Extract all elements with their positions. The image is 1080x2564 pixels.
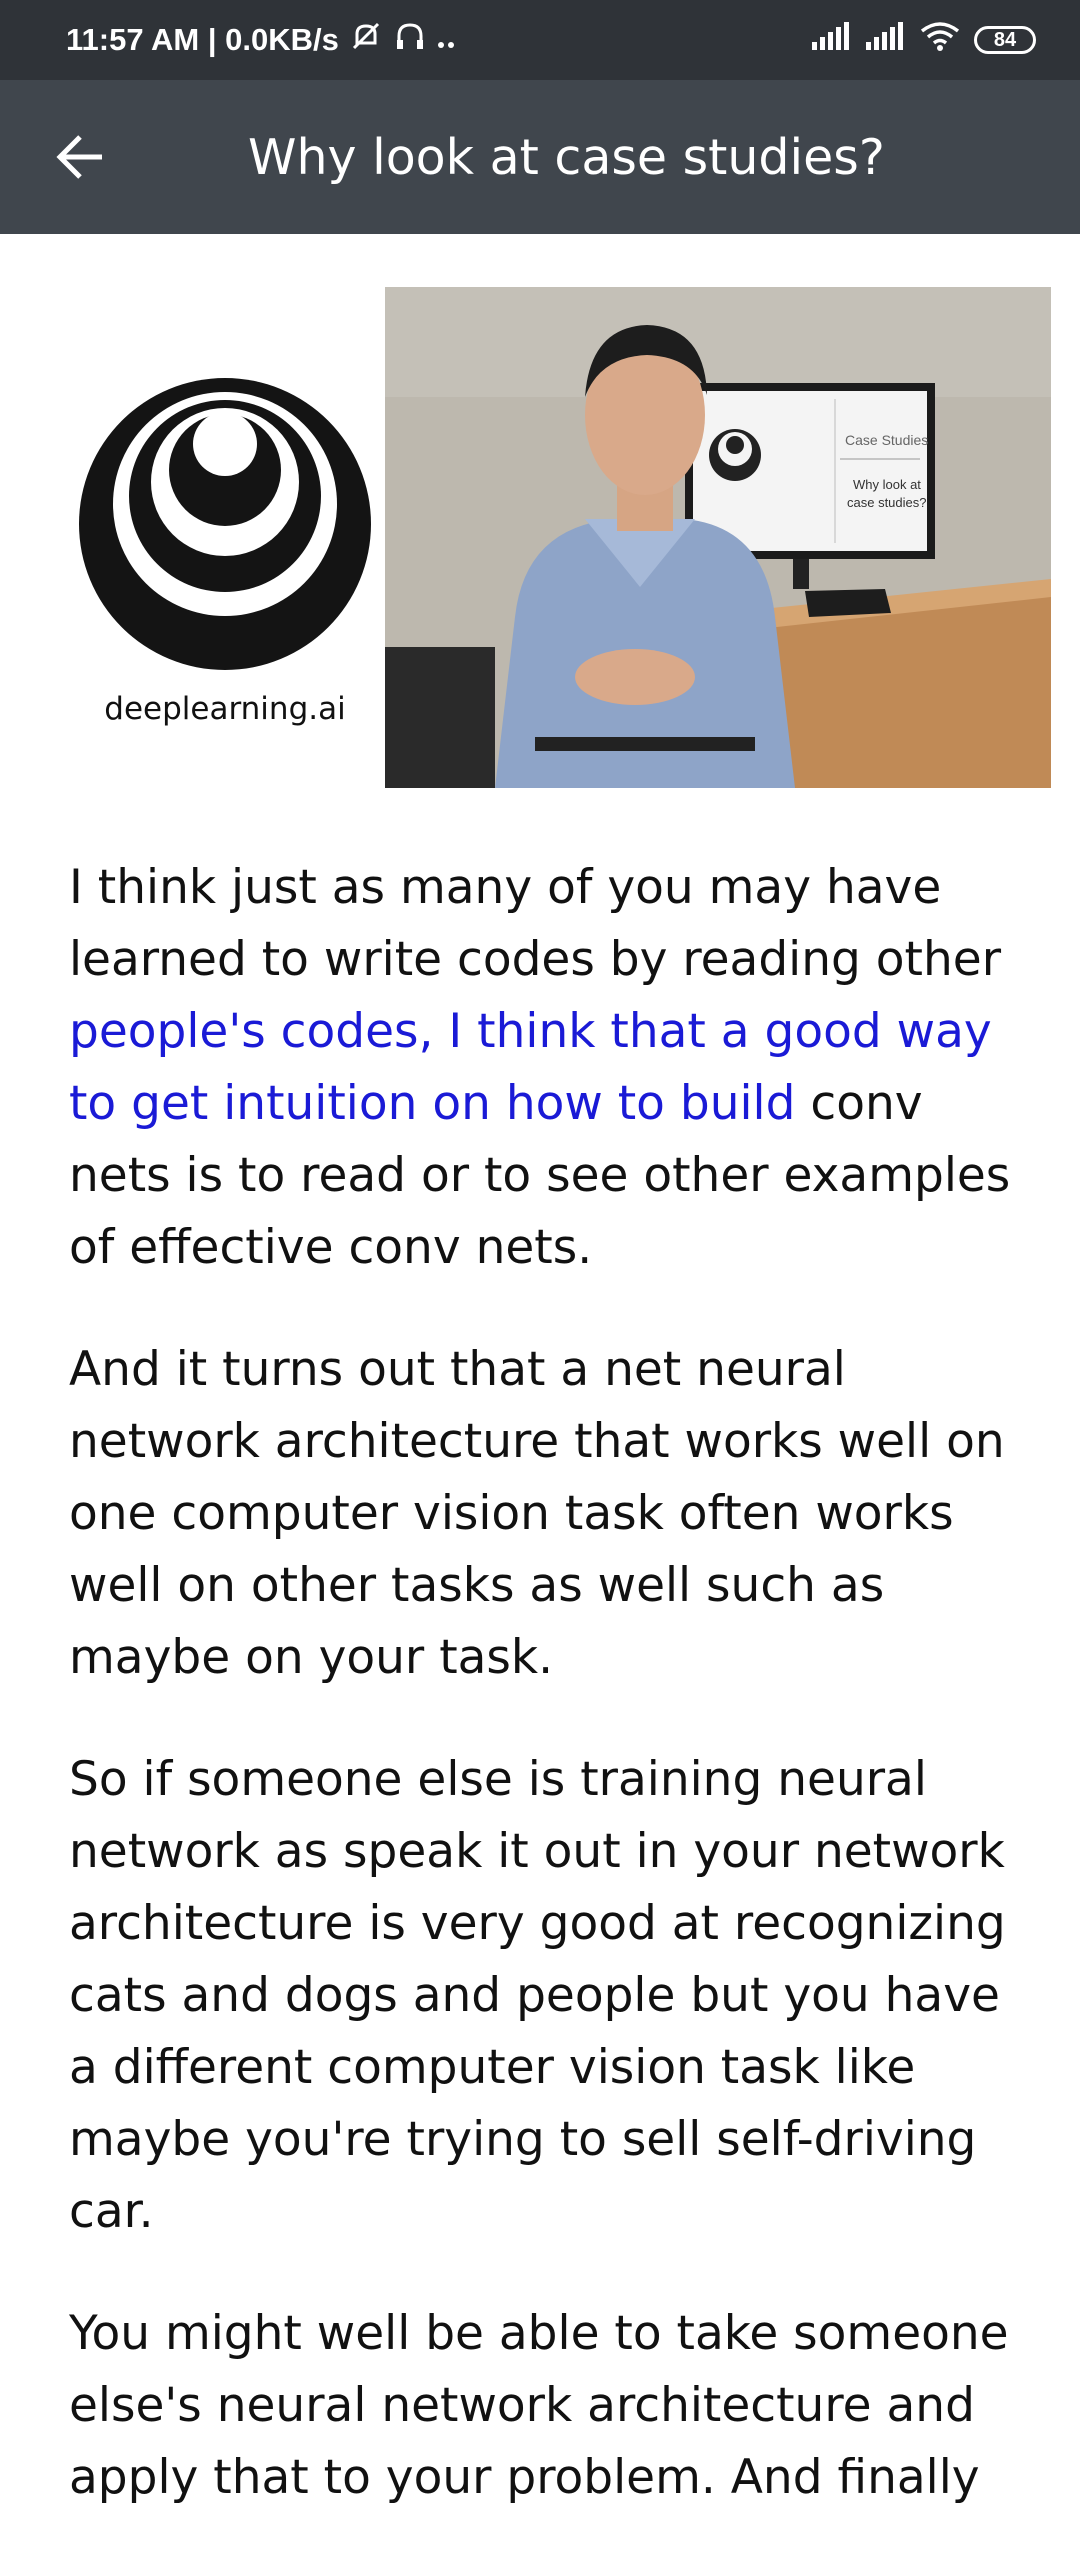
transcript-paragraph-4: You might well be able to take someone e… bbox=[69, 2306, 1009, 2505]
app-bar: Why look at case studies? bbox=[0, 80, 1080, 234]
transcript-paragraph-3: So if someone else is training neural ne… bbox=[69, 1752, 1006, 2239]
video-player[interactable]: deeplearning.ai Case Studies Why look at… bbox=[0, 234, 1080, 806]
screen-title: Case Studies bbox=[845, 432, 928, 448]
arrow-left-icon bbox=[56, 135, 102, 179]
status-time-speed: 11:57 AM | 0.0KB/s bbox=[66, 22, 339, 57]
page-title: Why look at case studies? bbox=[248, 128, 885, 186]
status-left: 11:57 AM | 0.0KB/s bbox=[66, 19, 812, 61]
logo-caption: deeplearning.ai bbox=[104, 691, 346, 727]
screen-subtitle-line1: Why look at bbox=[853, 477, 921, 492]
mute-icon bbox=[349, 19, 383, 61]
transcript-paragraph-1: I think just as many of you may have lea… bbox=[69, 852, 1029, 1284]
deeplearning-logo: deeplearning.ai bbox=[70, 374, 380, 727]
status-bar: 11:57 AM | 0.0KB/s 84 bbox=[0, 0, 1080, 80]
lecture-scene: Case Studies Why look at case studies? bbox=[385, 287, 1051, 788]
transcript: I think just as many of you may have lea… bbox=[69, 852, 1029, 2564]
more-notifications-icon bbox=[437, 22, 457, 58]
deeplearning-logo-icon bbox=[79, 378, 371, 670]
back-button[interactable] bbox=[40, 117, 120, 197]
battery-indicator: 84 bbox=[974, 26, 1036, 54]
signal-icon bbox=[812, 22, 852, 58]
status-right: 84 bbox=[812, 21, 1036, 59]
wifi-icon bbox=[920, 21, 960, 59]
transcript-paragraph-2: And it turns out that a net neural netwo… bbox=[69, 1342, 1005, 1685]
video-frame: Case Studies Why look at case studies? bbox=[385, 287, 1051, 788]
transcript-text: I think just as many of you may have lea… bbox=[69, 860, 1002, 987]
headphones-icon bbox=[393, 19, 427, 61]
screen-subtitle-line2: case studies? bbox=[847, 495, 927, 510]
signal-icon-2 bbox=[866, 22, 906, 58]
